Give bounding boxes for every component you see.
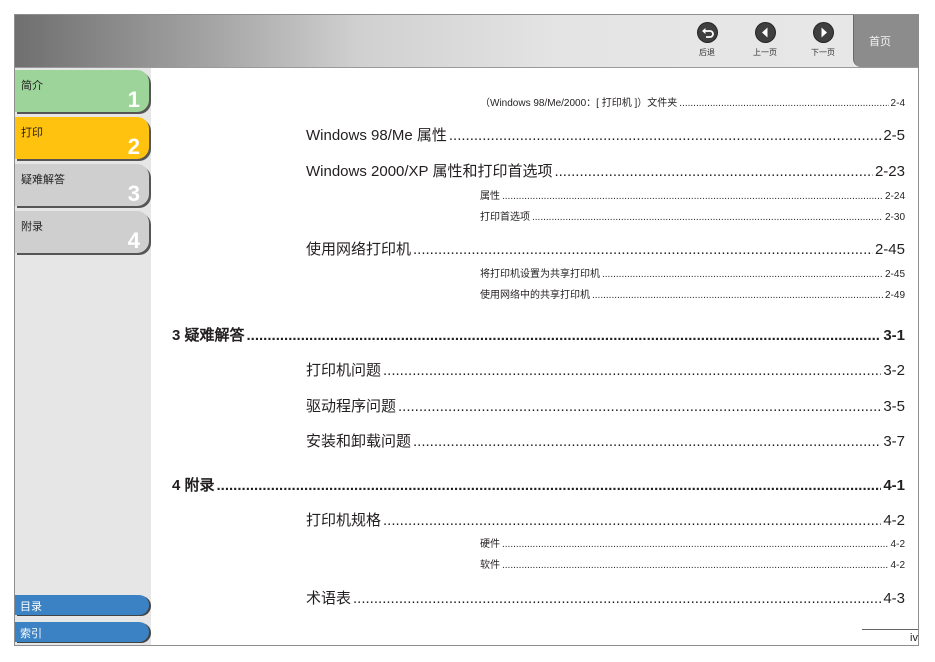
toc-leader-dots: [217, 477, 882, 494]
toc-entry[interactable]: 术语表 4-3: [306, 587, 905, 608]
toc-leader-dots: [502, 191, 883, 202]
toc-leader-dots: [602, 269, 883, 280]
toc-entry-title: 打印机规格: [306, 512, 382, 529]
toc-leader-dots: [383, 362, 881, 379]
page-number: iv: [862, 629, 918, 644]
toc-entry-title: 使用网络打印机: [306, 241, 412, 258]
tab-number: 4: [127, 228, 140, 253]
toc-entry-title: 使用网络中的共享打印机: [480, 290, 590, 301]
tab-number: 3: [127, 181, 140, 206]
toc-entry[interactable]: 使用网络中的共享打印机 2-49: [480, 286, 905, 301]
tab-label: 打印: [21, 126, 43, 139]
toc-leader-dots: [532, 212, 883, 223]
toc-entry-page: 4-2: [883, 512, 905, 529]
toc-entry[interactable]: 打印机规格 4-2: [306, 509, 905, 530]
toc-entry-page: 2-4: [890, 98, 905, 109]
toc-entry[interactable]: 安装和卸载问题 3-7: [306, 430, 905, 451]
toc-leader-dots: [413, 433, 881, 450]
tab-label: 疑难解答: [21, 173, 65, 186]
tab-label: 附录: [21, 220, 43, 233]
toc-entry-title: 术语表: [306, 590, 352, 607]
tab-introduction[interactable]: 简介 1: [15, 70, 149, 112]
toc-entry-title: Windows 2000/XP 属性和打印首选项: [306, 163, 553, 180]
toc-entry-title: 将打印机设置为共享打印机: [480, 269, 600, 280]
toc-entry-page: 2-49: [884, 290, 905, 301]
toc-entry-page: 2-5: [883, 127, 905, 144]
home-button[interactable]: 首页: [853, 15, 919, 67]
toc-chapter-entry[interactable]: 3 疑难解答 3-1: [172, 324, 905, 345]
toc-entry-page: 4-3: [883, 590, 905, 607]
prev-page-label: 上一页: [753, 48, 777, 57]
toc-entry-page: 2-30: [884, 212, 905, 223]
index-label: 索引: [20, 627, 42, 640]
index-button[interactable]: 索引: [15, 622, 149, 642]
tab-label: 简介: [21, 79, 43, 92]
toc-entry-page: 3-7: [883, 433, 905, 450]
prev-page-button[interactable]: 上一页: [745, 23, 785, 58]
toc-entry[interactable]: 使用网络打印机 2-45: [306, 238, 905, 259]
back-arrow-icon: [697, 23, 717, 42]
toc-entry-title: 硬件: [480, 539, 500, 550]
toc-entry-title: 软件: [480, 560, 500, 571]
toc-leader-dots: [502, 560, 889, 571]
tab-printing[interactable]: 打印 2: [15, 117, 149, 159]
toc-entry[interactable]: Windows 98/Me 属性 2-5: [306, 124, 905, 145]
toc-entry[interactable]: Windows 2000/XP 属性和打印首选项 2-23: [306, 160, 905, 181]
contents-label: 目录: [20, 600, 42, 613]
toc-entry[interactable]: 打印机问题 3-2: [306, 359, 905, 380]
tab-appendix[interactable]: 附录 4: [15, 211, 149, 253]
toc-leader-dots: [353, 590, 881, 607]
tab-troubleshooting[interactable]: 疑难解答 3: [15, 164, 149, 206]
next-page-label: 下一页: [811, 48, 835, 57]
chevron-left-icon: [755, 23, 775, 42]
toc-leader-dots: [554, 163, 873, 180]
toc-chapter-entry[interactable]: 4 附录 4-1: [172, 474, 905, 495]
toc-leader-dots: [413, 241, 873, 258]
toc-entry-page: 2-23: [874, 163, 905, 180]
toc-entry-title: 安装和卸载问题: [306, 433, 412, 450]
toc-entry-page: 2-24: [884, 191, 905, 202]
chevron-right-icon: [813, 23, 833, 42]
toc-entry-title: 4 附录: [172, 477, 215, 494]
back-button[interactable]: 后退: [687, 23, 727, 58]
toc-entry-title: 打印首选项: [480, 212, 530, 223]
back-label: 后退: [699, 48, 715, 57]
toc-entry-page: 3-1: [883, 327, 905, 344]
toc-leader-dots: [247, 327, 882, 344]
toc-entry[interactable]: 属性 2-24: [480, 187, 905, 202]
next-page-button[interactable]: 下一页: [803, 23, 843, 58]
toc-entry[interactable]: 硬件 4-2: [480, 535, 905, 550]
toc-entry-title: 属性: [480, 191, 500, 202]
toc-leader-dots: [449, 127, 881, 144]
toc-entry-title: 驱动程序问题: [306, 398, 397, 415]
toc-entry-page: 3-5: [883, 398, 905, 415]
toc-entry-page: 2-45: [884, 269, 905, 280]
tab-number: 2: [127, 134, 140, 159]
toc-entry[interactable]: 软件 4-2: [480, 556, 905, 571]
contents-button[interactable]: 目录: [15, 595, 149, 615]
toc-leader-dots: [383, 512, 881, 529]
toc-entry-title: 打印机问题: [306, 362, 382, 379]
toc-entry-page: 3-2: [883, 362, 905, 379]
toc-leader-dots: [592, 290, 883, 301]
home-label: 首页: [869, 35, 891, 48]
tab-number: 1: [127, 87, 140, 112]
toc-entry[interactable]: 驱动程序问题 3-5: [306, 395, 905, 416]
toc-entry[interactable]: 打印首选项 2-30: [480, 208, 905, 223]
toc-leader-dots: [398, 398, 881, 415]
toc-leader-dots: [502, 539, 889, 550]
toc-entry-title: Windows 98/Me 属性: [306, 127, 447, 144]
toc-entry[interactable]: 将打印机设置为共享打印机 2-45: [480, 265, 905, 280]
toc-entry-title: （Windows 98/Me/2000：[ 打印机 ]）文件夹: [480, 98, 678, 109]
toc-entry-page: 2-45: [874, 241, 905, 258]
toc-entry-page: 4-2: [890, 539, 905, 550]
toc-leader-dots: [679, 98, 888, 109]
toc-entry-page: 4-1: [883, 477, 905, 494]
toc-entry-title: 3 疑难解答: [172, 327, 245, 344]
toc-entry[interactable]: （Windows 98/Me/2000：[ 打印机 ]）文件夹 2-4: [480, 94, 905, 109]
toc-entry-page: 4-2: [890, 560, 905, 571]
